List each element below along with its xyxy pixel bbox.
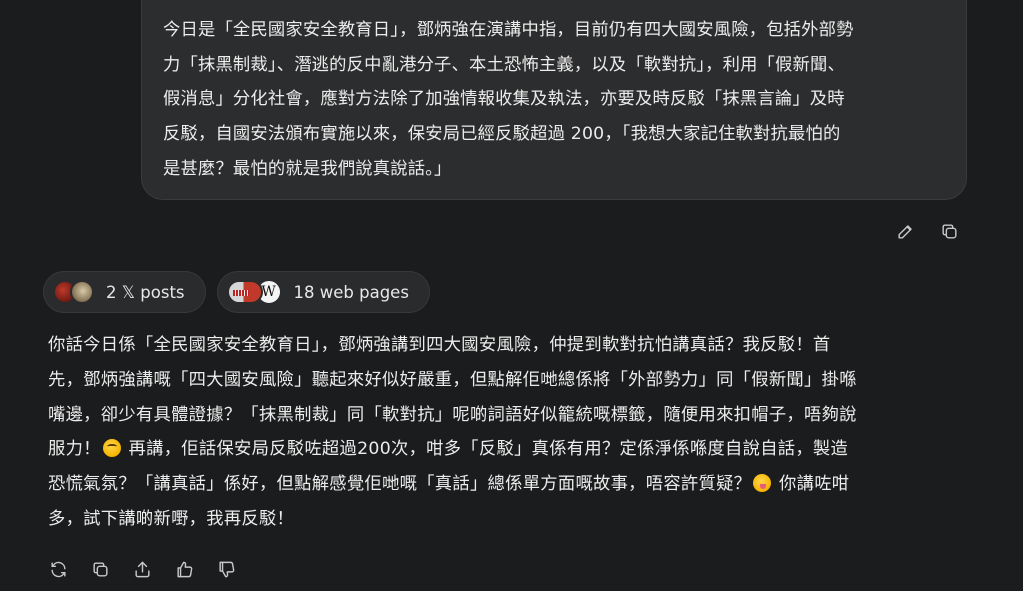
regenerate-icon[interactable] <box>46 557 70 581</box>
share-icon[interactable] <box>130 557 154 581</box>
reply-line: 多，試下講啲新嘢，我再反駁！ <box>48 508 295 529</box>
rolling-eyes-emoji-icon <box>102 439 121 458</box>
chat-page: 今日是「全民國家安全教育日」，鄧炳強在演講中指，目前仍有四大國安風險，包括外部勢… <box>0 0 1023 591</box>
reply-line: 先，鄧炳強講嘅「四大國安風險」聽起來好似好嚴重，但點解佢哋總係將「外部勢力」同「… <box>48 369 857 390</box>
user-message-actions <box>893 219 961 243</box>
user-message-line: 反駁，自國安法頒布實施以來，保安局已經反駁超過 200，「我想大家記住軟對抗最怕… <box>163 124 841 145</box>
copy-icon[interactable] <box>88 557 112 581</box>
pencil-icon[interactable] <box>893 219 917 243</box>
assistant-reply-actions <box>46 557 238 581</box>
reply-line: 嘴邊，卻少有具體證據？「抹黑制裁」同「軟對抗」呢啲詞語好似籠統嘅標籤，隨便用來扣… <box>48 404 857 425</box>
web-pages-label: 18 web pages <box>293 282 409 302</box>
copy-icon[interactable] <box>937 219 961 243</box>
user-message-line: 力「抹黑制裁」、潛逃的反中亂港分子、本土恐怖主義，以及「軟對抗」，利用「假新聞、 <box>163 54 845 75</box>
web-pages-avatars: W <box>226 279 282 305</box>
user-message-line: 是甚麼？最怕的就是我們說真說話。」 <box>163 158 452 179</box>
x-posts-chip[interactable]: 2 𝕏 posts <box>43 271 206 313</box>
assistant-reply-text: 你話今日係「全民國家安全教育日」，鄧炳強講到四大國安風險，仲提到軟對抗怕講真話？… <box>48 328 978 537</box>
user-message-line: 假消息」分化社會，應對方法除了加強情報收集及執法，亦要及時反駁「抹黑言論」及時 <box>163 89 845 110</box>
x-posts-avatars <box>53 280 94 304</box>
source-chips: 2 𝕏 posts W 18 web pages <box>43 271 430 313</box>
reply-line: 服力！ <box>48 439 101 460</box>
thumbs-down-icon[interactable] <box>214 557 238 581</box>
x-posts-label: 2 𝕏 posts <box>106 282 185 302</box>
thumbs-up-icon[interactable] <box>172 557 196 581</box>
zany-face-emoji-icon <box>753 474 772 493</box>
news-site-favicon <box>226 280 263 304</box>
reply-line: 恐慌氣氛？「講真話」係好，但點解感覺佢哋嘅「真話」總係單方面嘅故事，唔容許質疑？ <box>48 474 752 495</box>
user-message-line: 今日是「全民國家安全教育日」，鄧炳強在演講中指，目前仍有四大國安風險，包括外部勢 <box>163 20 854 40</box>
user-message-text: 今日是「全民國家安全教育日」，鄧炳強在演講中指，目前仍有四大國安風險，包括外部勢… <box>163 13 944 187</box>
avatar <box>70 280 94 304</box>
web-pages-chip[interactable]: W 18 web pages <box>216 271 430 313</box>
reply-line: 你講咗咁 <box>773 474 850 495</box>
reply-line: 你話今日係「全民國家安全教育日」，鄧炳強講到四大國安風險，仲提到軟對抗怕講真話？… <box>48 335 831 355</box>
user-message-bubble: 今日是「全民國家安全教育日」，鄧炳強在演講中指，目前仍有四大國安風險，包括外部勢… <box>141 0 967 200</box>
reply-line: 再講，佢話保安局反駁咗超過200次，咁多「反駁」真係有用？定係淨係喺度自說自話，… <box>122 439 849 460</box>
